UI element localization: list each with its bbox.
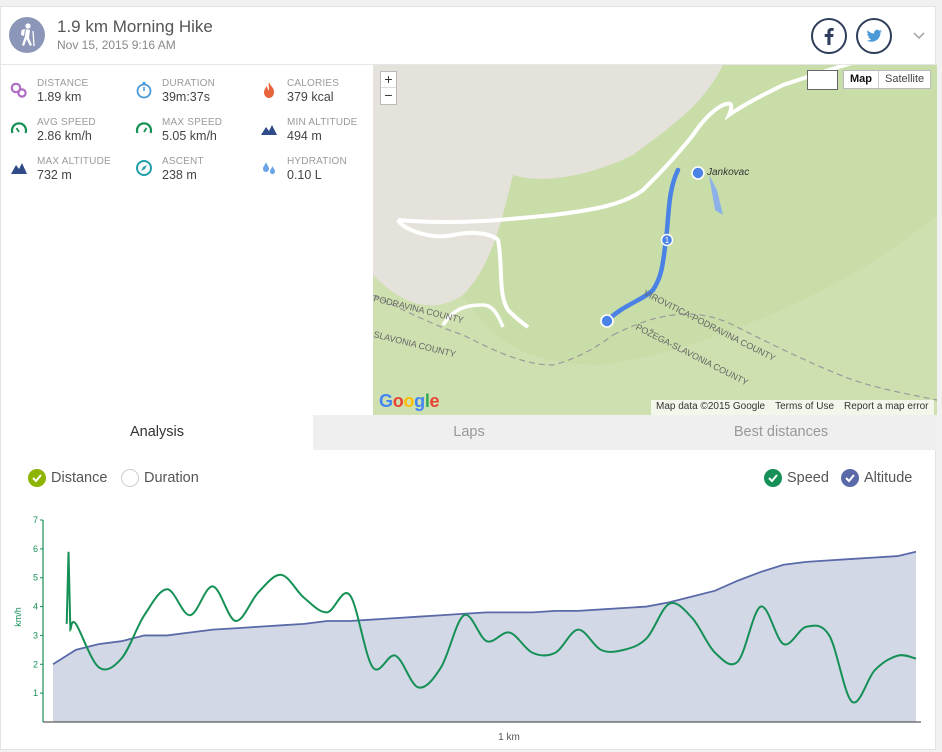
terms-of-use-link[interactable]: Terms of Use <box>770 400 839 415</box>
map-type-satellite-button[interactable]: Satellite <box>879 71 930 88</box>
toggle-speed[interactable]: Speed <box>764 468 829 488</box>
stat-max-speed: MAX SPEED 5.05 km/h <box>135 114 255 150</box>
drops-icon <box>263 162 275 175</box>
analysis-chart: km/h 1 km 1 2 3 4 5 6 7 <box>1 502 937 752</box>
tab-laps[interactable]: Laps <box>313 415 625 450</box>
checkmark-icon <box>841 469 859 487</box>
map-attribution: Map data ©2015 Google Terms of Use Repor… <box>651 400 934 415</box>
stats-panel: DISTANCE 1.89 km DURATION 39m:37s CALORI… <box>1 65 373 415</box>
end-marker <box>691 166 705 180</box>
fullscreen-button[interactable] <box>807 70 838 90</box>
hiker-icon <box>9 17 45 53</box>
stat-duration: DURATION 39m:37s <box>135 75 255 111</box>
km-marker-label: 1 <box>665 236 670 245</box>
map-data-credit: Map data ©2015 Google <box>656 401 766 412</box>
toggle-duration[interactable]: Duration <box>121 468 199 488</box>
facebook-share-button[interactable] <box>811 18 847 54</box>
activity-card: 1.9 km Morning Hike Nov 15, 2015 9:16 AM… <box>0 6 937 752</box>
y-tick-label: 4 <box>33 602 38 612</box>
distance-icon <box>10 82 27 98</box>
flame-icon <box>264 82 274 98</box>
google-logo[interactable]: Google <box>379 391 440 412</box>
report-map-error-link[interactable]: Report a map error <box>839 400 933 415</box>
zoom-out-button[interactable]: − <box>381 88 396 104</box>
start-marker <box>600 314 614 328</box>
chart-svg: km/h 1 km 1 2 3 4 5 6 7 <box>13 515 921 743</box>
zoom-in-button[interactable]: + <box>381 72 396 88</box>
chevron-down-icon[interactable] <box>911 27 927 43</box>
checkmark-icon <box>764 469 782 487</box>
y-tick-label: 2 <box>33 659 38 669</box>
facebook-icon <box>824 28 834 45</box>
speedometer-icon <box>10 122 28 134</box>
stat-hydration: HYDRATION 0.10 L <box>260 153 380 189</box>
route-map[interactable]: 1 Jankovac PODRAVINA COUNTY SLAVONIA COU… <box>373 65 937 415</box>
compass-icon <box>136 160 152 176</box>
checkmark-icon <box>28 469 46 487</box>
stat-distance: DISTANCE 1.89 km <box>10 75 130 111</box>
map-zoom-control: + − <box>380 71 397 105</box>
y-tick-label: 7 <box>33 515 38 525</box>
y-axis-label: km/h <box>13 607 23 627</box>
stat-min-altitude: MIN ALTITUDE 494 m <box>260 114 380 150</box>
map-type-map-button[interactable]: Map <box>844 71 879 88</box>
place-label: Jankovac <box>706 167 749 178</box>
y-tick-label: 1 <box>33 688 38 698</box>
stat-calories: CALORIES 379 kcal <box>260 75 380 111</box>
twitter-icon <box>866 29 882 42</box>
mountain-icon <box>11 163 27 174</box>
activity-title: 1.9 km Morning Hike <box>57 17 213 36</box>
tab-analysis[interactable]: Analysis <box>1 415 313 450</box>
y-tick-label: 6 <box>33 544 38 554</box>
tab-best-distances[interactable]: Best distances <box>625 415 937 450</box>
stat-avg-speed: AVG SPEED 2.86 km/h <box>10 114 130 150</box>
unchecked-circle-icon <box>121 469 139 487</box>
activity-date: Nov 15, 2015 9:16 AM <box>57 38 176 52</box>
x-axis-label: 1 km <box>498 732 520 743</box>
speedometer-icon <box>135 122 153 134</box>
activity-header: 1.9 km Morning Hike Nov 15, 2015 9:16 AM <box>1 7 937 65</box>
y-tick-label: 3 <box>33 630 38 640</box>
stopwatch-icon <box>136 82 152 99</box>
map-type-control: Map Satellite <box>843 70 932 89</box>
twitter-share-button[interactable] <box>856 18 892 54</box>
stat-ascent: ASCENT 238 m <box>135 153 255 189</box>
toggle-altitude[interactable]: Altitude <box>841 468 912 488</box>
y-tick-label: 5 <box>33 573 38 583</box>
toggle-distance[interactable]: Distance <box>28 468 107 488</box>
mountain-icon <box>261 125 277 135</box>
stat-max-altitude: MAX ALTITUDE 732 m <box>10 153 130 189</box>
altitude-area <box>53 551 916 722</box>
map-terrain: 1 Jankovac PODRAVINA COUNTY SLAVONIA COU… <box>373 65 937 415</box>
analysis-tabs: Analysis Laps Best distances <box>1 415 937 450</box>
